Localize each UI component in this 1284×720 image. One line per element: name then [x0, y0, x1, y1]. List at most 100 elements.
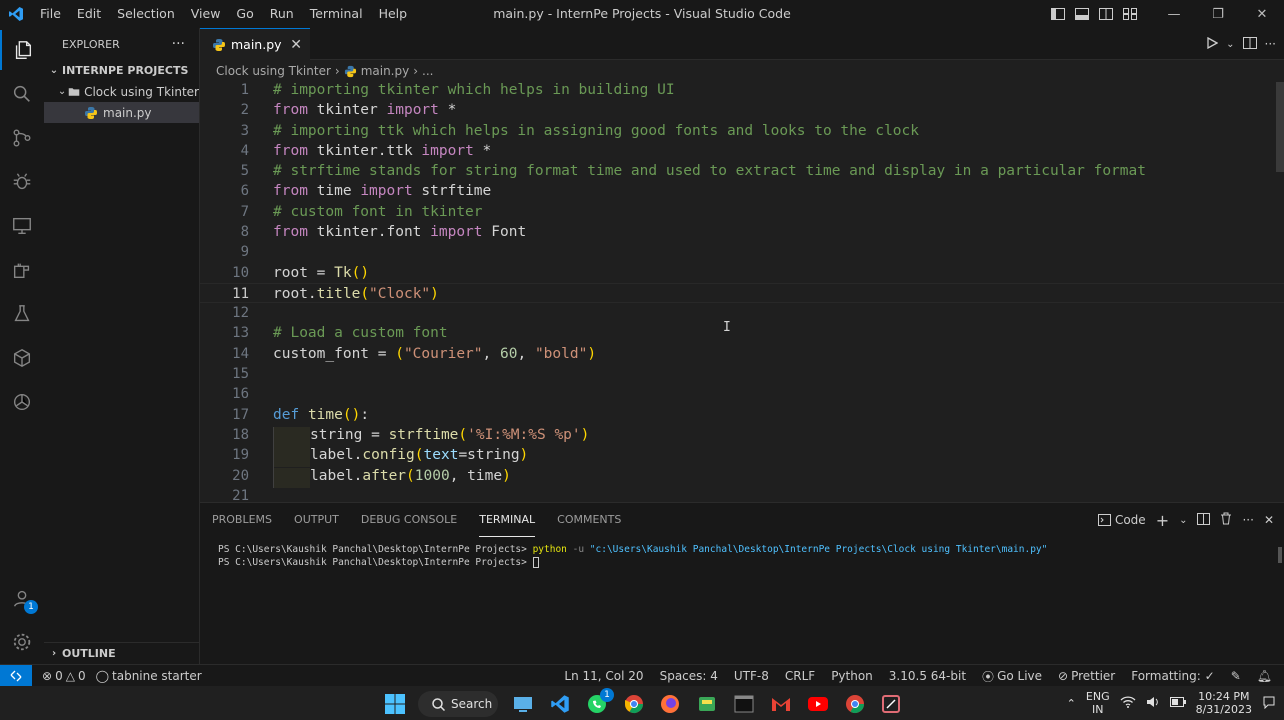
tab-problems[interactable]: PROBLEMS [212, 503, 272, 537]
tab-terminal[interactable]: TERMINAL [479, 503, 536, 537]
youtube-icon[interactable] [804, 690, 832, 718]
more-actions-icon[interactable]: ··· [1265, 37, 1276, 51]
language-indicator[interactable]: ENG IN [1086, 690, 1110, 716]
snipping-tool-icon[interactable] [877, 690, 905, 718]
menu-file[interactable]: File [32, 0, 69, 28]
split-editor-icon[interactable] [1242, 36, 1257, 52]
whatsapp-icon[interactable]: 1 [583, 688, 614, 718]
broadcast-icon: ⦿ [982, 669, 995, 684]
notification-center-icon[interactable] [1262, 695, 1276, 712]
menu-go[interactable]: Go [228, 0, 261, 28]
code-text: # custom font in tkinter [273, 204, 483, 220]
menu-view[interactable]: View [183, 0, 229, 28]
new-terminal-plus-icon[interactable]: + [1156, 511, 1169, 530]
kill-terminal-trash-icon[interactable] [1220, 512, 1232, 528]
panel-more-icon[interactable]: ··· [1242, 513, 1253, 527]
go-live[interactable]: ⦿ Go Live [982, 668, 1042, 685]
vscode-taskbar-icon[interactable] [546, 690, 574, 718]
menu-terminal[interactable]: Terminal [302, 0, 371, 28]
end-of-line[interactable]: CRLF [785, 669, 815, 683]
formatting-status[interactable]: Formatting: ✓ [1131, 669, 1214, 683]
volume-icon[interactable] [1146, 696, 1160, 711]
terminal-line[interactable]: PS C:\Users\Kaushik Panchal\Desktop\Inte… [218, 557, 539, 568]
bottom-panel: PROBLEMS OUTPUT DEBUG CONSOLE TERMINAL C… [200, 502, 1284, 664]
remote-explorer-icon[interactable] [0, 206, 44, 246]
feedback-icon[interactable]: ✎ [1231, 669, 1241, 683]
indentation[interactable]: Spaces: 4 [660, 669, 718, 683]
accounts-icon[interactable]: 1 [0, 578, 44, 618]
encoding[interactable]: UTF-8 [734, 669, 769, 683]
tab-comments[interactable]: COMMENTS [557, 503, 621, 537]
cube-icon[interactable] [0, 338, 44, 378]
tree-file-main[interactable]: main.py [44, 102, 199, 123]
chatgpt-icon[interactable] [0, 382, 44, 422]
split-terminal-icon[interactable] [1197, 512, 1211, 528]
line-number: 17 [232, 407, 249, 423]
run-python-icon[interactable] [1206, 36, 1219, 52]
breadcrumb-file[interactable]: main.py [361, 64, 410, 78]
status-bar-right: Ln 11, Col 20 Spaces: 4 UTF-8 CRLF Pytho… [564, 665, 1272, 687]
taskbar-search[interactable]: Search [418, 691, 498, 717]
explorer-more-icon[interactable]: ··· [172, 36, 185, 52]
close-tab-icon[interactable]: ✕ [290, 37, 302, 53]
menu-run[interactable]: Run [262, 0, 302, 28]
minimize-icon[interactable]: — [1152, 0, 1196, 28]
code-editor[interactable]: 1 # importing tkinter which helps in bui… [200, 82, 1284, 502]
restore-icon[interactable]: ❐ [1196, 0, 1240, 28]
extensions-icon[interactable] [0, 250, 44, 290]
line-number: 8 [240, 224, 249, 240]
testing-flask-icon[interactable] [0, 294, 44, 334]
code-line: 4 from tkinter.ttk import * [200, 141, 1284, 161]
remote-indicator-icon[interactable] [0, 664, 32, 687]
search-icon[interactable] [0, 74, 44, 114]
source-control-icon[interactable] [0, 118, 44, 158]
terminal-dropdown-chevron-icon[interactable]: ⌄ [1179, 515, 1187, 526]
terminal-app-icon[interactable] [730, 690, 758, 718]
toggle-primary-sidebar-icon[interactable] [1046, 0, 1070, 28]
close-panel-icon[interactable]: ✕ [1264, 513, 1274, 527]
manage-gear-icon[interactable] [0, 622, 44, 662]
toggle-panel-icon[interactable] [1070, 0, 1094, 28]
tabnine-status[interactable]: ◯ tabnine starter [96, 669, 202, 683]
python-interpreter[interactable]: 3.10.5 64-bit [889, 669, 966, 683]
firefox-icon[interactable] [656, 690, 684, 718]
windows-start-icon[interactable] [381, 690, 409, 718]
run-debug-icon[interactable] [0, 162, 44, 202]
menu-edit[interactable]: Edit [69, 0, 109, 28]
run-dropdown-chevron-icon[interactable]: ⌄ [1226, 39, 1234, 50]
terminal-profile[interactable]: Code [1097, 513, 1146, 527]
clock[interactable]: 10:24 PM 8/31/2023 [1196, 690, 1252, 716]
problems-status[interactable]: ⊗ 0 △ 0 [42, 669, 86, 683]
show-hidden-icons-chevron-icon[interactable]: ⌃ [1067, 697, 1076, 710]
desktop-app-icon[interactable] [509, 690, 537, 718]
project-folder[interactable]: ⌄ INTERNPE PROJECTS [44, 60, 199, 81]
notifications-bell-icon[interactable]: 🔔︎ [1257, 669, 1272, 683]
green-app-icon[interactable] [693, 690, 721, 718]
terminal-scrollbar[interactable] [1278, 547, 1282, 563]
explorer-icon[interactable] [0, 30, 44, 70]
editor-scrollbar[interactable] [1276, 82, 1284, 172]
gmail-icon[interactable] [767, 690, 795, 718]
language-mode[interactable]: Python [831, 669, 873, 683]
tab-debug-console[interactable]: DEBUG CONSOLE [361, 503, 457, 537]
wifi-icon[interactable] [1120, 695, 1136, 711]
close-window-icon[interactable]: ✕ [1240, 0, 1284, 28]
chrome-icon[interactable] [620, 690, 648, 718]
code-text: from tkinter import * [273, 102, 457, 118]
tab-output[interactable]: OUTPUT [294, 503, 339, 537]
prettier[interactable]: ⊘ Prettier [1058, 669, 1115, 683]
python-file-icon [344, 65, 356, 77]
chevron-down-icon: ⌄ [49, 65, 59, 76]
menu-selection[interactable]: Selection [109, 0, 183, 28]
tree-folder-clock[interactable]: ⌄ Clock using Tkinter [44, 81, 199, 102]
outline-section[interactable]: › OUTLINE [44, 642, 200, 664]
customize-layout-icon[interactable] [1118, 0, 1142, 28]
toggle-secondary-sidebar-icon[interactable] [1094, 0, 1118, 28]
tab-main-py[interactable]: main.py ✕ [200, 28, 310, 60]
breadcrumb-symbol[interactable]: ... [422, 64, 433, 78]
breadcrumb-folder[interactable]: Clock using Tkinter [216, 64, 331, 78]
cursor-position[interactable]: Ln 11, Col 20 [564, 669, 643, 683]
chrome-profile-icon[interactable] [841, 690, 869, 718]
menu-help[interactable]: Help [371, 0, 416, 28]
battery-icon[interactable] [1169, 696, 1186, 710]
